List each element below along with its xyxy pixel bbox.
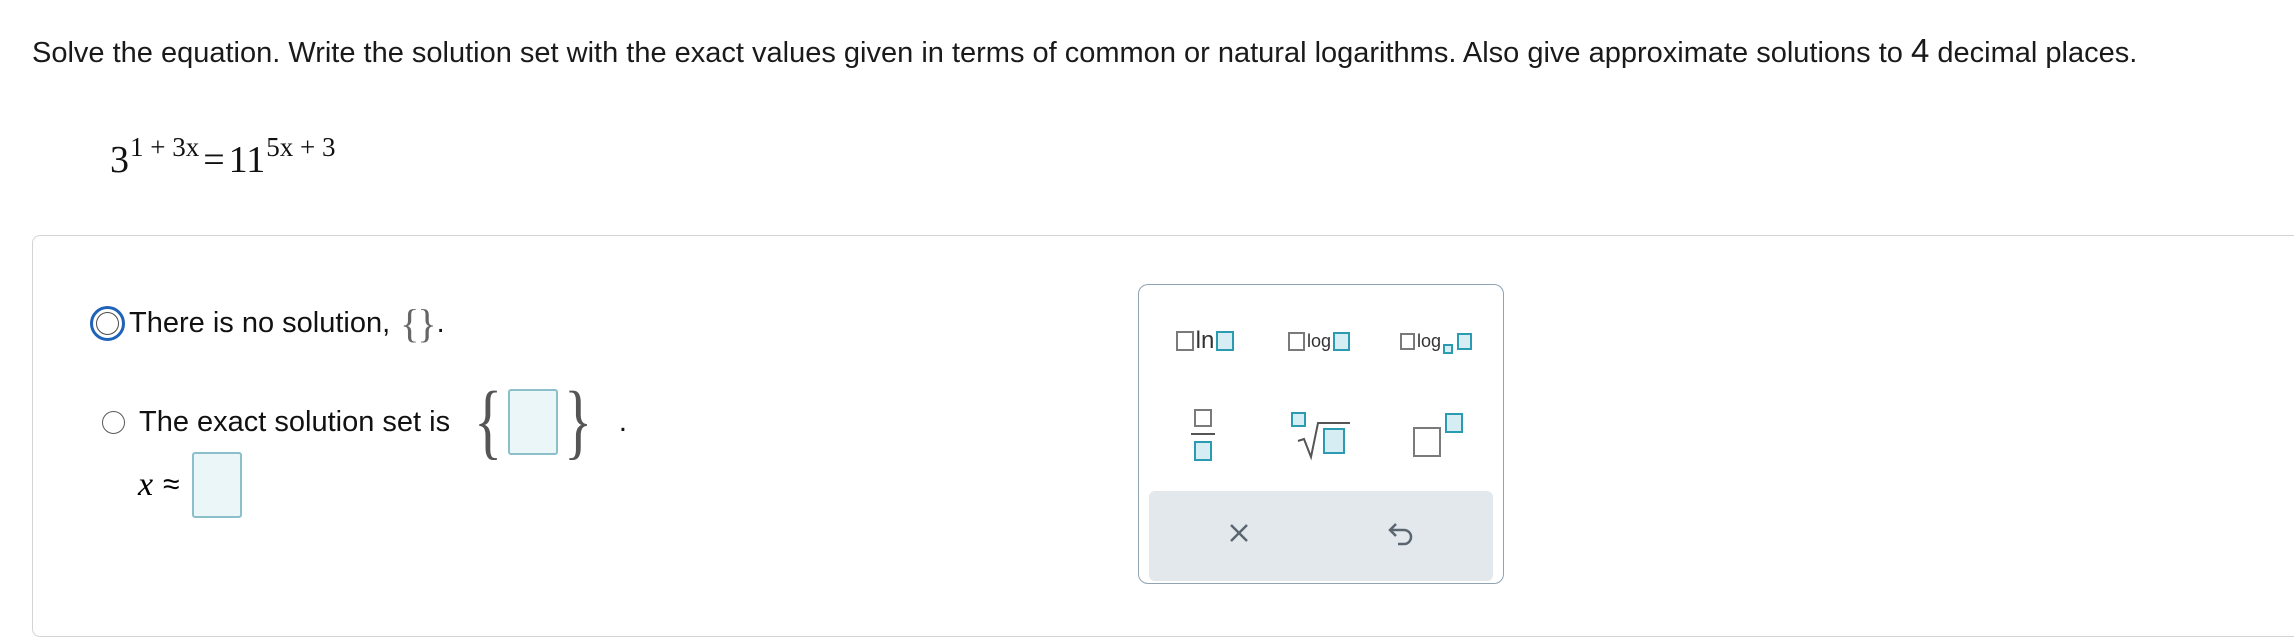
- close-icon: [1230, 524, 1248, 542]
- radio-no-solution-focus-ring[interactable]: [90, 306, 125, 341]
- radio-exact-solution[interactable]: [102, 410, 125, 434]
- option-exact-solution-period: .: [618, 405, 628, 438]
- option-exact-solution-label: The exact solution set is: [139, 405, 451, 438]
- log-input-placeholder-icon: [1333, 331, 1351, 351]
- decimal-places-number: 4: [1910, 32, 1930, 69]
- approx-solution-input[interactable]: [191, 452, 242, 518]
- clear-button[interactable]: [1219, 513, 1259, 553]
- approx-answer-row: x ≈: [138, 452, 242, 518]
- fraction-icon: [1191, 409, 1215, 461]
- option-no-solution-period: .: [436, 307, 445, 339]
- ln-button[interactable]: ln: [1165, 321, 1245, 361]
- undo-button[interactable]: [1381, 513, 1421, 553]
- option-no-solution[interactable]: There is no solution, {} .: [90, 300, 445, 347]
- log-button[interactable]: log: [1279, 321, 1359, 361]
- approx-variable: x: [138, 466, 154, 503]
- close-brace: }: [564, 375, 593, 468]
- question-text-end: decimal places.: [1929, 37, 2138, 69]
- undo-icon: [1388, 523, 1413, 546]
- log-base-label: log: [1416, 330, 1442, 351]
- solution-set-input-group: { }: [468, 380, 599, 464]
- equation-left-base: 3: [110, 139, 129, 181]
- ln-argument-placeholder-icon: [1175, 331, 1194, 351]
- exponent-icon: [1413, 413, 1463, 457]
- equation-right-exponent: 5x + 3: [266, 132, 336, 162]
- option-no-solution-label: There is no solution,: [129, 307, 391, 339]
- question-text-start: Solve the equation. Write the solution s…: [32, 37, 1911, 69]
- radio-no-solution[interactable]: [96, 312, 119, 335]
- equation-left-exponent: 1 + 3x: [130, 132, 200, 162]
- log-label: log: [1306, 330, 1332, 351]
- equation-equals: =: [203, 139, 225, 181]
- math-palette: ln log log: [1138, 284, 1504, 584]
- ln-input-placeholder-icon: [1216, 331, 1235, 351]
- palette-toolbar: [1149, 491, 1493, 581]
- open-brace: {: [474, 375, 503, 468]
- exact-solution-input[interactable]: [508, 389, 559, 455]
- log-base-subscript-icon: [1443, 344, 1454, 354]
- nth-root-icon: [1291, 412, 1350, 461]
- equation: 31 + 3x = 115x + 3: [110, 132, 336, 182]
- log-argument-placeholder-icon: [1287, 331, 1305, 351]
- exponent-button[interactable]: [1407, 403, 1471, 467]
- nth-root-button[interactable]: [1289, 403, 1353, 467]
- equation-right-base: 11: [228, 139, 266, 181]
- approx-symbol: ≈: [163, 468, 180, 501]
- fraction-button[interactable]: [1179, 403, 1227, 467]
- ln-label: ln: [1195, 327, 1215, 354]
- empty-set-symbol: {}: [400, 301, 436, 346]
- question-text: Solve the equation. Write the solution s…: [32, 30, 2272, 74]
- log-base-input-placeholder-icon: [1457, 332, 1473, 350]
- log-base-button[interactable]: log: [1393, 321, 1479, 361]
- log-base-argument-placeholder-icon: [1399, 332, 1415, 350]
